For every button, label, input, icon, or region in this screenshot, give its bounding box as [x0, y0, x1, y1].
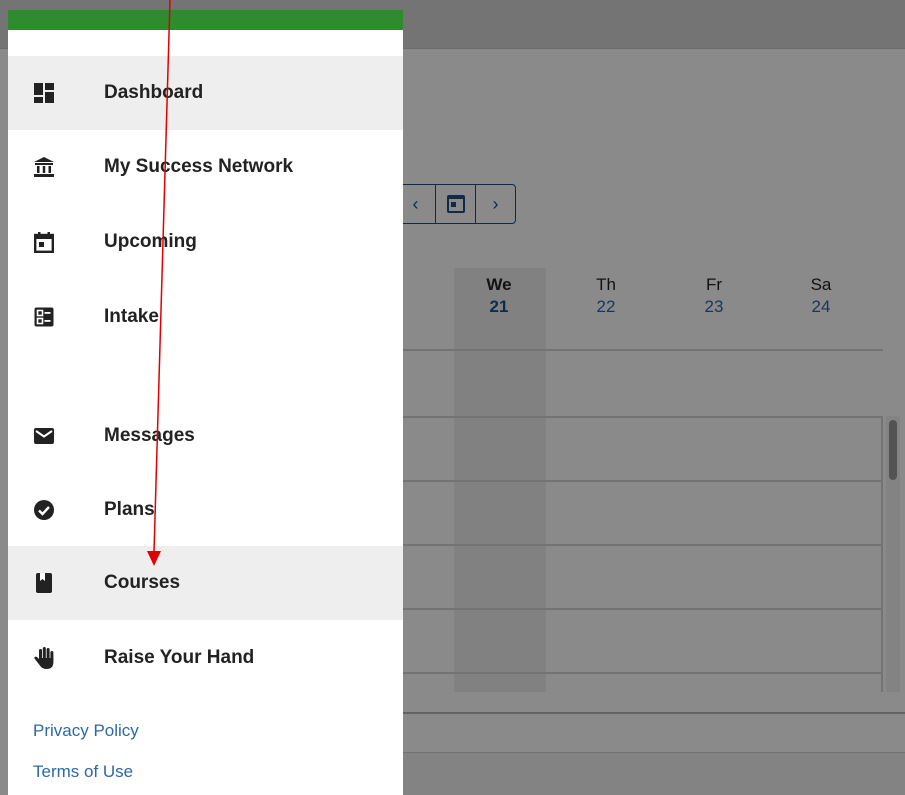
menu-item-label: Intake	[104, 306, 159, 327]
menu-item-messages[interactable]: Messages	[8, 399, 403, 473]
menu-item-plans[interactable]: Plans	[8, 473, 403, 547]
intake-form-icon	[32, 305, 56, 329]
menu-item-label: Courses	[104, 572, 181, 593]
menu-item-upcoming[interactable]: Upcoming	[8, 205, 403, 279]
privacy-policy-link[interactable]: Privacy Policy	[33, 721, 139, 741]
envelope-icon	[32, 424, 56, 448]
menu-item-my-success-network[interactable]: My Success Network	[8, 130, 403, 204]
menu-item-label: Upcoming	[104, 231, 197, 252]
hand-icon	[32, 646, 56, 670]
terms-of-use-link[interactable]: Terms of Use	[33, 762, 133, 782]
menu-item-label: Raise Your Hand	[104, 647, 255, 668]
menu-item-intake[interactable]: Intake	[8, 280, 403, 354]
menu-item-label: Plans	[104, 499, 155, 520]
institution-icon	[32, 155, 56, 179]
dashboard-icon	[32, 81, 56, 105]
menu-item-label: Dashboard	[104, 82, 204, 103]
menu-item-label: Messages	[104, 425, 195, 446]
drawer-brand-bar	[8, 10, 403, 30]
screen: ‹ › We 21 Th 22 Fr 23 Sa 24 Dashboard My…	[0, 0, 905, 795]
navigation-drawer: Dashboard My Success Network Upcoming In…	[8, 10, 403, 795]
check-circle-icon	[32, 498, 56, 522]
calendar-icon	[32, 230, 56, 254]
menu-item-dashboard[interactable]: Dashboard	[8, 56, 403, 130]
book-icon	[32, 571, 56, 595]
menu-item-label: My Success Network	[104, 156, 294, 177]
menu-item-courses[interactable]: Courses	[8, 546, 403, 620]
menu-item-raise-your-hand[interactable]: Raise Your Hand	[8, 621, 403, 695]
